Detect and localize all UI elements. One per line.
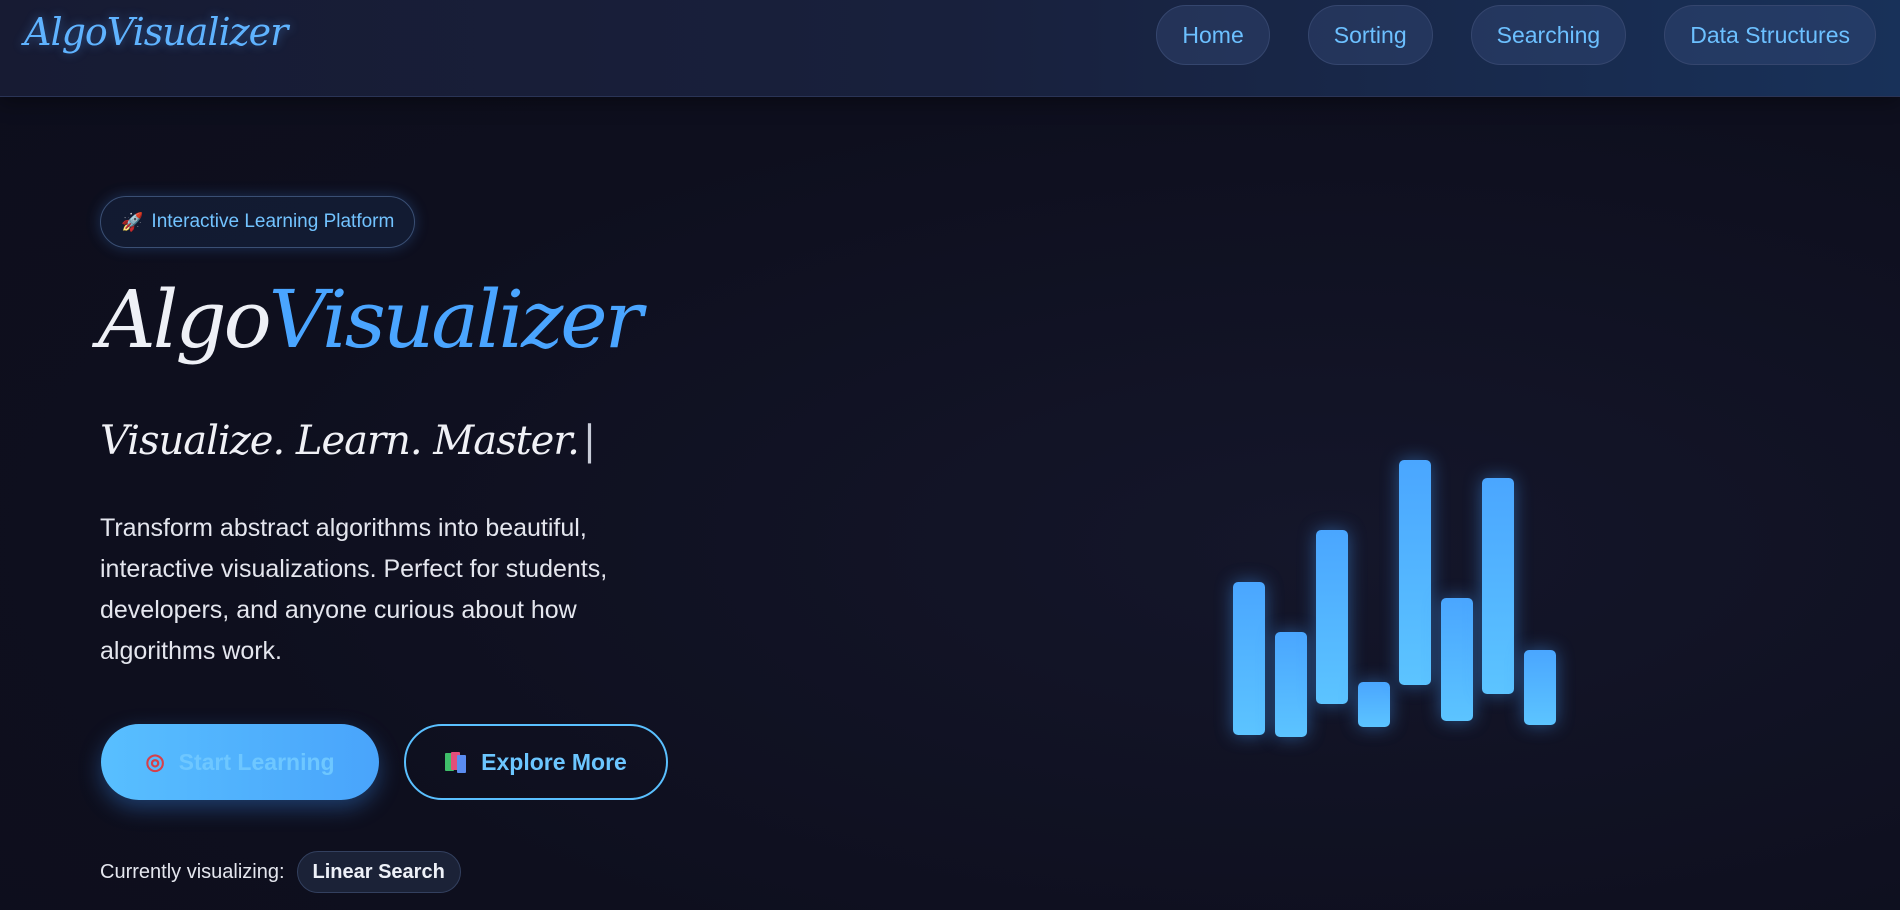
current-algorithm-badge: Linear Search: [296, 851, 461, 893]
nav-links: Home Sorting Searching Data Structures: [1156, 5, 1876, 65]
viz-bar: [1358, 682, 1390, 727]
platform-badge: 🚀 Interactive Learning Platform: [100, 196, 416, 248]
books-icon: [445, 752, 467, 773]
currently-label: Currently visualizing:: [100, 860, 285, 883]
explore-more-label: Explore More: [481, 748, 627, 775]
explore-more-button[interactable]: Explore More: [404, 724, 668, 800]
navbar: AlgoVisualizer Home Sorting Searching Da…: [0, 0, 1900, 97]
start-learning-label: Start Learning: [178, 748, 335, 775]
hero-description: Transform abstract algorithms into beaut…: [100, 514, 608, 665]
typing-cursor: |: [582, 418, 597, 464]
bar-visualization: [1220, 460, 1560, 760]
viz-bar: [1524, 650, 1556, 725]
currently-visualizing: Currently visualizing: Linear Search: [100, 851, 461, 893]
start-learning-button[interactable]: ◎ Start Learning: [101, 724, 379, 800]
nav-link-home[interactable]: Home: [1156, 5, 1270, 65]
target-icon: ◎: [145, 749, 165, 774]
hero-title-algo: Algo: [98, 273, 272, 366]
page: AlgoVisualizer Home Sorting Searching Da…: [0, 0, 1900, 910]
tagline: Visualize. Learn. Master. |: [100, 418, 597, 464]
nav-link-searching[interactable]: Searching: [1470, 5, 1627, 65]
viz-bar: [1316, 530, 1348, 704]
hero-title: AlgoVisualizer: [98, 280, 643, 360]
rocket-icon: 🚀: [121, 211, 144, 232]
tagline-text: Visualize. Learn. Master.: [100, 418, 580, 464]
viz-bar: [1275, 632, 1307, 737]
badge-text: Interactive Learning Platform: [151, 211, 395, 232]
logo[interactable]: AlgoVisualizer: [24, 10, 288, 54]
viz-bar: [1399, 460, 1431, 685]
viz-bar: [1482, 478, 1514, 694]
viz-bar: [1233, 582, 1265, 735]
hero-title-visualizer: Visualizer: [268, 273, 643, 366]
nav-link-sorting[interactable]: Sorting: [1307, 5, 1433, 65]
nav-link-data-structures[interactable]: Data Structures: [1664, 5, 1876, 65]
viz-bar: [1441, 598, 1473, 721]
